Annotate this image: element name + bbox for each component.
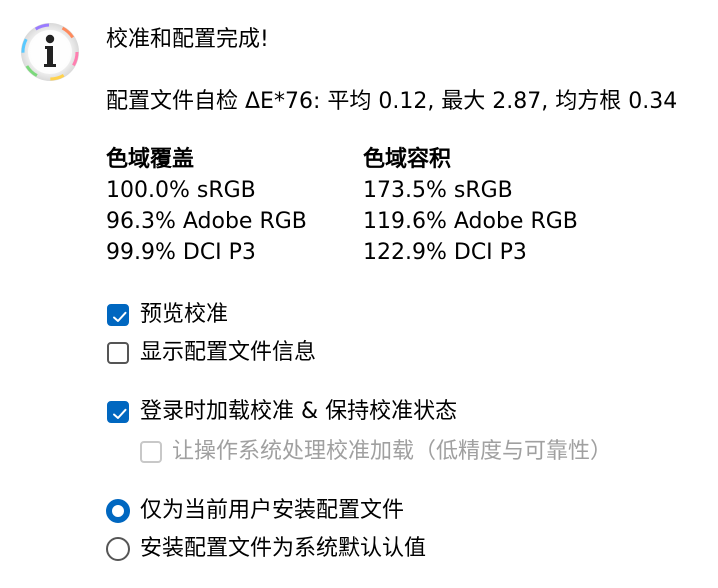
load-on-login-label[interactable]: 登录时加载校准 & 保持校准状态 xyxy=(140,398,457,426)
show-profile-info-label[interactable]: 显示配置文件信息 xyxy=(140,339,316,367)
load-on-login-checkbox[interactable] xyxy=(107,401,129,423)
os-handles-loading-label: 让操作系统处理校准加载（低精度与可靠性） xyxy=(172,439,613,464)
install-current-user-radio[interactable] xyxy=(106,499,130,523)
checkmark-icon xyxy=(113,408,127,419)
volume-dci-p3: 122.9% DCI P3 xyxy=(363,240,527,265)
volume-adobe-rgb: 119.6% Adobe RGB xyxy=(363,209,578,234)
gamut-volume-header: 色域容积 xyxy=(363,147,452,172)
volume-srgb: 173.5% sRGB xyxy=(363,178,513,203)
info-icon xyxy=(20,22,80,82)
completion-title: 校准和配置完成! xyxy=(106,27,269,52)
show-profile-info-checkbox[interactable] xyxy=(107,342,129,364)
checkmark-icon xyxy=(113,311,127,322)
coverage-adobe-rgb: 96.3% Adobe RGB xyxy=(106,209,307,234)
coverage-dci-p3: 99.9% DCI P3 xyxy=(106,240,256,265)
install-system-default-radio[interactable] xyxy=(106,537,130,561)
preview-calibration-label[interactable]: 预览校准 xyxy=(140,301,228,329)
install-current-user-label[interactable]: 仅为当前用户安装配置文件 xyxy=(140,497,404,525)
profile-self-check: 配置文件自检 ΔE*76: 平均 0.12, 最大 2.87, 均方根 0.34 xyxy=(106,89,678,114)
install-system-default-label[interactable]: 安装配置文件为系统默认认值 xyxy=(140,535,426,563)
preview-calibration-checkbox[interactable] xyxy=(107,304,129,326)
coverage-srgb: 100.0% sRGB xyxy=(106,178,256,203)
os-handles-loading-checkbox xyxy=(140,441,162,463)
gamut-coverage-header: 色域覆盖 xyxy=(106,147,195,172)
